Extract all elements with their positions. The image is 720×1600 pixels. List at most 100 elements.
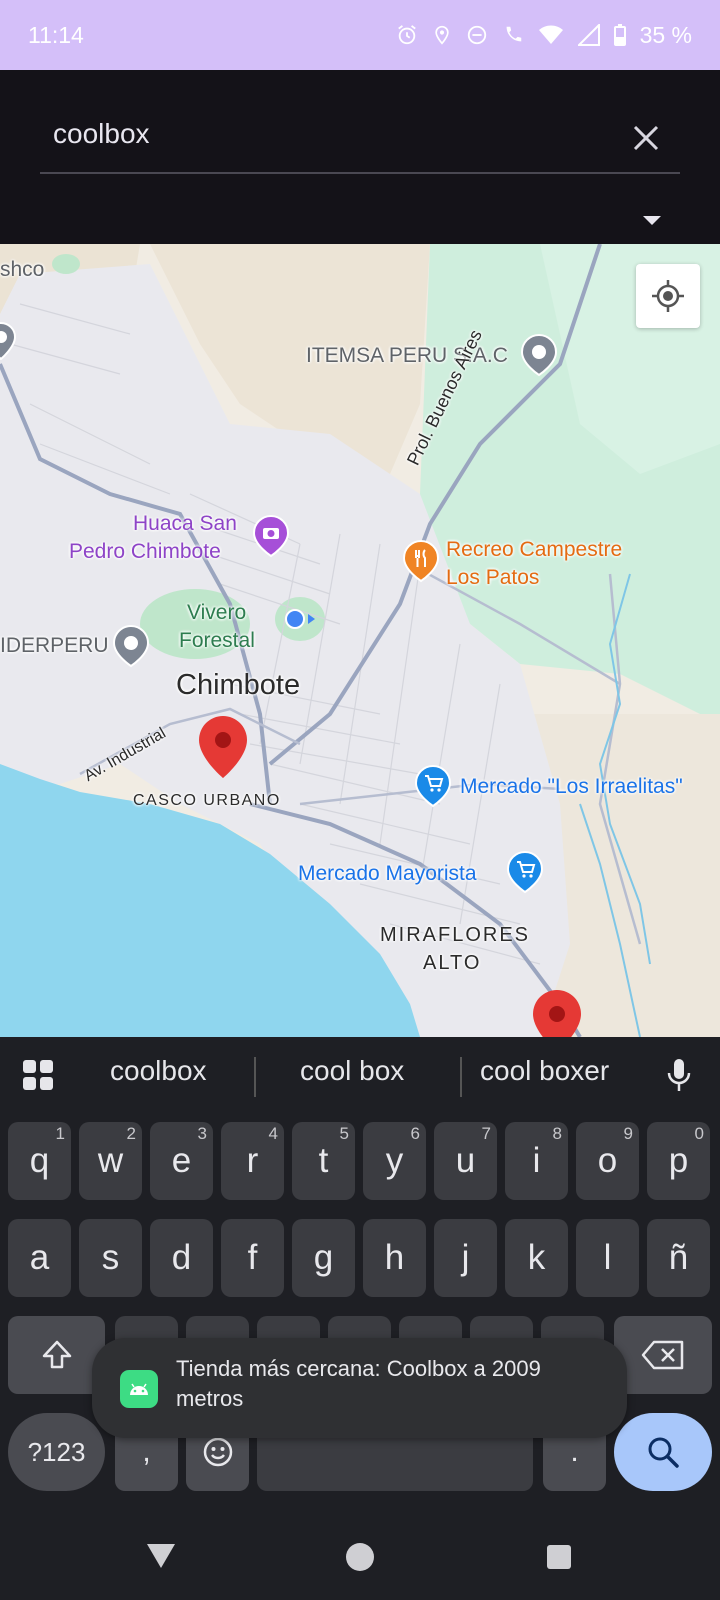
restaurant-pin-icon[interactable] [402,539,440,583]
key-label: w [97,1141,124,1180]
map-label-miraflores-line1: MIRAFLORES [380,924,531,946]
key-g[interactable]: g [292,1219,355,1297]
iderperu-pin-icon[interactable] [112,624,150,668]
key-i[interactable]: i8 [505,1122,568,1200]
status-bar: 11:14 35 % [0,0,720,70]
key-y[interactable]: y6 [363,1122,426,1200]
key-hint: 8 [552,1124,562,1143]
search-key[interactable] [614,1413,712,1491]
map-label-huaca-line2: Pedro Chimbote [69,540,221,563]
suggestion-3[interactable]: cool boxer [480,1055,609,1087]
do-not-disturb-icon [467,25,486,45]
map-label-shco: shco [0,258,45,281]
search-underline [40,172,680,174]
key-w[interactable]: w2 [79,1122,142,1200]
key-label: o [597,1141,618,1180]
suggestion-2[interactable]: cool box [300,1055,404,1087]
key-label: y [385,1141,404,1180]
key-k[interactable]: k [505,1219,568,1297]
map-label-casco-urbano: CASCO URBANO [133,792,281,809]
coolbox-red-pin-icon[interactable] [197,714,249,780]
microphone-icon[interactable] [666,1057,692,1093]
key-o[interactable]: o9 [576,1122,639,1200]
itemsa-pin-icon[interactable] [520,333,558,377]
map-label-recreo-line1: Recreo Campestre [446,538,623,561]
key-d[interactable]: d [150,1219,213,1297]
key-hint: 7 [481,1124,491,1143]
wifi-icon [538,25,563,44]
signal-icon [577,24,600,46]
symbols-key[interactable]: ?123 [8,1413,105,1491]
backspace-icon [641,1340,684,1370]
location-icon [434,25,449,45]
toast-message: Tienda más cercana: Coolbox a 2009 metro… [176,1356,541,1411]
shopping-cart-pin-icon[interactable] [414,764,452,808]
recents-square-icon[interactable] [546,1544,572,1570]
map-label-huaca-line1: Huaca San [133,512,237,535]
battery-percent: 35 % [639,21,692,48]
suggestion-1[interactable]: coolbox [110,1055,207,1087]
key-hint: 3 [197,1124,207,1143]
dropdown-arrow-icon[interactable] [643,216,661,225]
my-location-button[interactable] [636,264,700,328]
key-l[interactable]: l [576,1219,639,1297]
key-u[interactable]: u7 [434,1122,497,1200]
key-e[interactable]: e3 [150,1122,213,1200]
search-icon [648,1437,679,1468]
key-label: e [171,1141,192,1180]
key-p[interactable]: p0 [647,1122,710,1200]
poi-pin-icon[interactable] [0,322,16,360]
key-hint: 5 [339,1124,349,1143]
key-hint: 9 [623,1124,633,1143]
battery-icon [613,24,626,46]
key-label: u [455,1141,476,1180]
map-view[interactable]: shco ITEMSA PERU S.A.C Prol. Buenos Aire… [0,244,720,1037]
suggestion-divider [254,1057,256,1097]
key-label: t [318,1141,329,1180]
map-label-chimbote: Chimbote [176,669,301,701]
key-q[interactable]: q1 [8,1122,71,1200]
close-icon[interactable] [628,120,664,156]
home-circle-icon[interactable] [345,1542,375,1572]
key-hint: 0 [694,1124,704,1143]
key-hint: 2 [126,1124,136,1143]
toast-notification: Tienda más cercana: Coolbox a 2009 metro… [92,1338,627,1438]
key-label: r [246,1141,259,1180]
key-h[interactable]: h [363,1219,426,1297]
search-input[interactable]: coolbox [53,118,150,150]
map-label-mercado-irraelitas: Mercado "Los Irraelitas" [460,775,683,798]
key-j[interactable]: j [434,1219,497,1297]
shift-key[interactable] [8,1316,105,1394]
android-app-icon [120,1370,158,1408]
key-t[interactable]: t5 [292,1122,355,1200]
navigation-bar [0,1518,720,1600]
wifi-calling-icon [506,26,521,42]
crosshair-icon [652,280,684,312]
apps-grid-icon[interactable] [22,1059,54,1091]
coolbox-red-pin-icon-2[interactable] [531,988,583,1037]
shopping-cart-pin-icon-2[interactable] [506,850,544,894]
camera-pin-icon[interactable] [252,514,290,558]
key-hint: 4 [268,1124,278,1143]
map-label-mercado-mayorista: Mercado Mayorista [298,862,477,885]
key-r[interactable]: r4 [221,1122,284,1200]
key-hint: 1 [55,1124,65,1143]
emoji-icon [203,1437,232,1467]
map-label-recreo-line2: Los Patos [446,566,540,589]
status-time: 11:14 [28,21,84,48]
back-triangle-icon[interactable] [145,1542,177,1570]
search-header: coolbox [0,70,720,244]
key-s[interactable]: s [79,1219,142,1297]
map-label-vivero-line1: Vivero [187,601,247,624]
key-hint: 6 [410,1124,420,1143]
map-label-vivero-line2: Forestal [179,629,255,652]
android-robot-icon [130,1383,148,1395]
alarm-icon [397,25,416,45]
key-f[interactable]: f [221,1219,284,1297]
keyboard: coolbox cool box cool boxer q1 w2 e3 r4 … [0,1037,720,1518]
map-label-miraflores-line2: ALTO [423,952,482,974]
key-a[interactable]: a [8,1219,71,1297]
backspace-key[interactable] [614,1316,712,1394]
key-n-tilde[interactable]: ñ [647,1219,710,1297]
shift-arrow-icon [42,1340,71,1369]
